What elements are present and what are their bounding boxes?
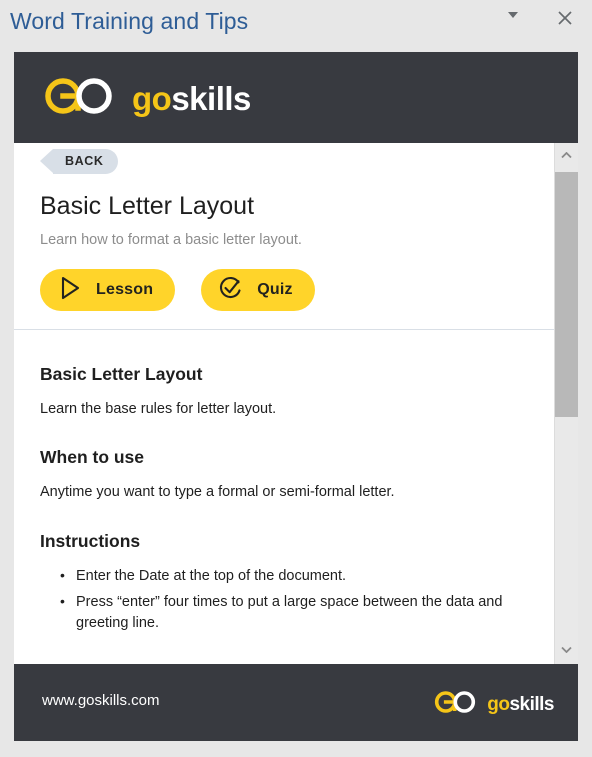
- section-heading-instructions: Instructions: [40, 530, 141, 551]
- list-item: Enter the Date at the top of the documen…: [60, 565, 528, 587]
- footer-goskills-logo[interactable]: goskills: [433, 690, 554, 719]
- lesson-scroll-area: BACK Basic Letter Layout Learn how to fo…: [14, 143, 578, 664]
- section-heading-basic-letter-layout: Basic Letter Layout: [40, 363, 203, 384]
- close-icon: [550, 10, 580, 26]
- goskills-logo[interactable]: goskills: [42, 76, 251, 121]
- lesson-title: Basic Letter Layout: [40, 192, 255, 220]
- goskills-infinity-logo-icon: [42, 76, 120, 121]
- back-button[interactable]: BACK: [40, 149, 118, 174]
- lesson-button-label: Lesson: [96, 280, 154, 298]
- scroll-up-button[interactable]: [555, 143, 578, 170]
- chevron-up-icon: [555, 152, 578, 159]
- lesson-subtitle: Learn how to format a basic letter layou…: [40, 231, 302, 248]
- logo-text-skills: skills: [171, 80, 251, 117]
- chevron-down-icon: [555, 646, 578, 653]
- chevron-down-icon: [498, 10, 528, 20]
- lesson-header-card: BACK Basic Letter Layout Learn how to fo…: [14, 143, 554, 330]
- scrollbar-thumb[interactable]: [555, 172, 578, 417]
- footer-website-link[interactable]: www.goskills.com: [42, 692, 160, 709]
- lesson-action-row: Lesson Quiz: [40, 268, 528, 311]
- section-paragraph-basic-letter-layout: Learn the base rules for letter layout.: [40, 400, 277, 417]
- section-paragraph-when-to-use: Anytime you want to type a formal or sem…: [40, 484, 395, 501]
- vertical-scrollbar[interactable]: [554, 143, 578, 664]
- logo-text-go: go: [132, 80, 172, 117]
- brand-footer: www.goskills.com goskills: [14, 664, 578, 741]
- scroll-down-button[interactable]: [555, 637, 578, 664]
- footer-logo-text-skills: skills: [509, 694, 554, 715]
- goskills-infinity-logo-icon: [433, 690, 480, 719]
- goskills-addin-pane: goskills BACK Basic Letter Layout Learn …: [14, 52, 578, 741]
- section-heading-when-to-use: When to use: [40, 447, 145, 468]
- footer-logo-text-go: go: [487, 694, 510, 715]
- page-title: Word Training and Tips: [10, 8, 249, 34]
- play-circle-icon: [57, 275, 83, 304]
- taskpane-options-dropdown-button[interactable]: [498, 10, 528, 38]
- check-circle-icon: [218, 275, 244, 304]
- list-item: Press “enter” four times to put a large …: [60, 591, 528, 634]
- quiz-button[interactable]: Quiz: [201, 268, 315, 311]
- lesson-article: Basic Letter Layout Learn the base rules…: [14, 330, 554, 665]
- brand-header: goskills: [14, 52, 578, 143]
- taskpane-title-bar: Word Training and Tips: [0, 0, 592, 52]
- instructions-list: Enter the Date at the top of the documen…: [40, 565, 528, 634]
- lesson-button[interactable]: Lesson: [40, 268, 176, 311]
- close-button[interactable]: [550, 10, 580, 38]
- quiz-button-label: Quiz: [257, 280, 293, 298]
